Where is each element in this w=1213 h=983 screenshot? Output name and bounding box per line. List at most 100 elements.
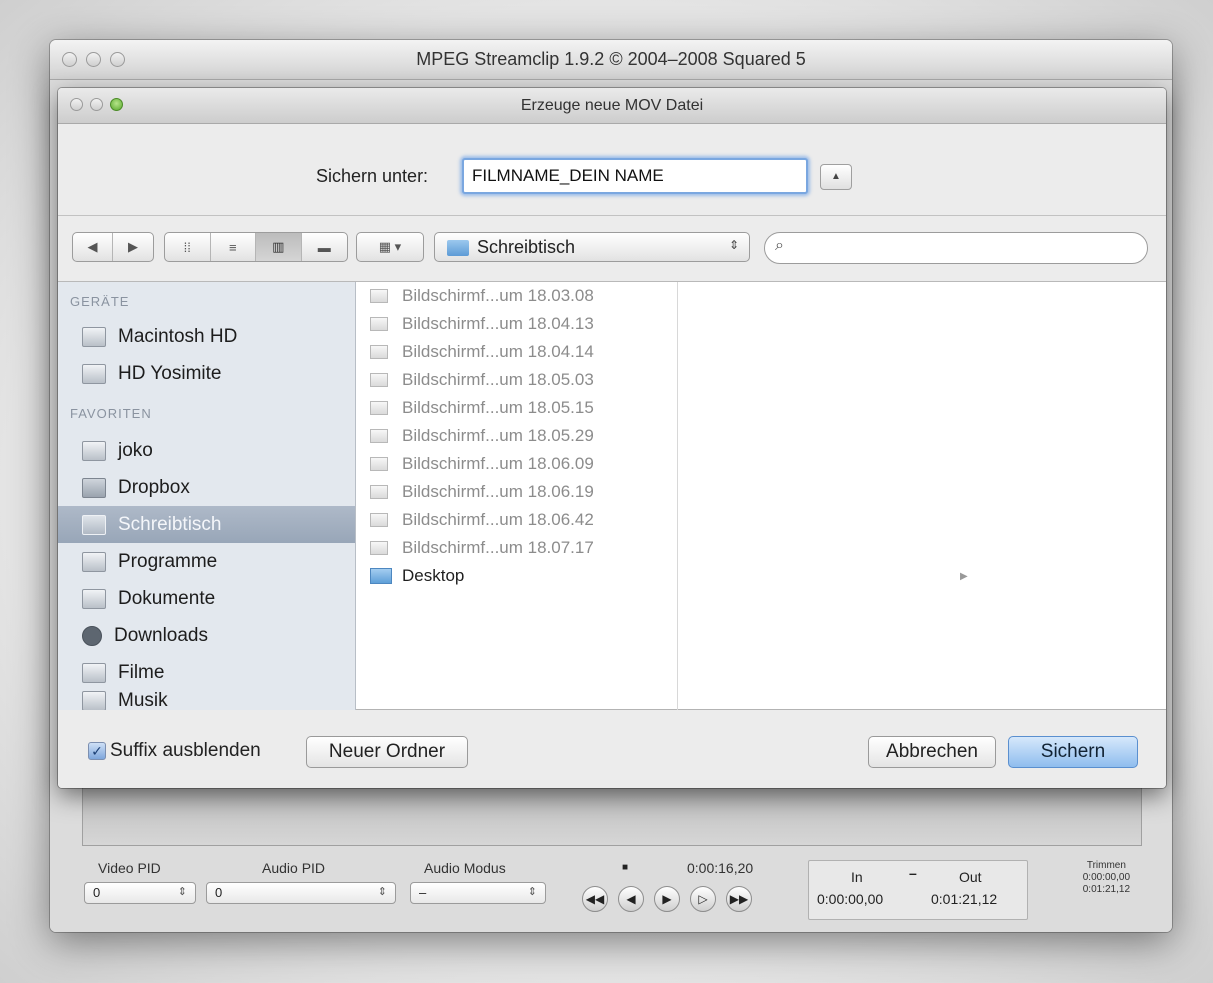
video-pid-label: Video PID — [98, 860, 161, 876]
sidebar-item-macintosh-hd[interactable]: Macintosh HD — [58, 318, 355, 355]
documents-icon — [82, 588, 106, 609]
sidebar-item-downloads[interactable]: Downloads — [58, 617, 355, 654]
icon-view-button[interactable]: ⁞⁞ — [165, 233, 211, 261]
sidebar-item-joko[interactable]: joko — [58, 432, 355, 469]
folder-item-desktop[interactable]: Desktop ▶ — [356, 562, 968, 590]
collapse-dialog-button[interactable]: ▲ — [820, 164, 852, 190]
hard-drive-icon — [82, 326, 106, 347]
save-as-label: Sichern unter: — [316, 166, 429, 186]
file-item[interactable]: Bildschirmf...um 18.03.08 — [356, 282, 677, 310]
audio-mode-label: Audio Modus — [424, 860, 506, 876]
step-back-button[interactable]: ◀ — [618, 886, 644, 912]
image-file-icon — [370, 401, 388, 415]
sidebar-item-label: Filme — [118, 661, 165, 683]
audio-pid-select[interactable]: 0 ⇕ — [206, 882, 396, 904]
timeline-slider[interactable] — [82, 786, 1142, 846]
search-icon: ⌕ — [775, 237, 784, 254]
file-item[interactable]: Bildschirmf...um 18.07.17 — [356, 534, 677, 562]
updown-icon: ⇕ — [728, 238, 739, 252]
audio-pid-value: 0 — [215, 885, 223, 900]
location-value: Schreibtisch — [477, 237, 576, 257]
coverflow-view-button[interactable]: ▬ — [302, 233, 347, 261]
file-item[interactable]: Bildschirmf...um 18.05.03 — [356, 366, 677, 394]
home-icon — [82, 440, 106, 461]
file-item[interactable]: Bildschirmf...um 18.06.19 — [356, 478, 677, 506]
forward-button[interactable]: ▶ — [113, 233, 153, 261]
audio-mode-value: – — [419, 885, 427, 900]
desktop-icon — [82, 514, 106, 535]
file-browser: GERÄTE Macintosh HD HD Yosimite FAVORITE… — [58, 282, 1166, 710]
sidebar-item-dropbox[interactable]: Dropbox — [58, 469, 355, 506]
sidebar-item-dokumente[interactable]: Dokumente — [58, 580, 355, 617]
list-view-button[interactable]: ≡ — [211, 233, 256, 261]
file-item[interactable]: Bildschirmf...um 18.06.09 — [356, 450, 677, 478]
trim-in-value: 0:00:00,00 — [1082, 872, 1130, 883]
folder-icon — [82, 477, 106, 498]
sidebar-item-filme[interactable]: Filme — [58, 654, 355, 691]
save-button[interactable]: Sichern — [1008, 736, 1138, 768]
file-item[interactable]: Bildschirmf...um 18.04.13 — [356, 310, 677, 338]
sidebar-item-hd-yosimite[interactable]: HD Yosimite — [58, 355, 355, 392]
file-item[interactable]: Bildschirmf...um 18.05.15 — [356, 394, 677, 422]
sidebar-item-musik[interactable]: Musik — [58, 690, 355, 710]
location-popup[interactable]: Schreibtisch ⇕ — [434, 232, 750, 262]
sidebar-item-label: Schreibtisch — [118, 513, 222, 535]
file-item[interactable]: Bildschirmf...um 18.06.42 — [356, 506, 677, 534]
column-view-button[interactable]: ▥ — [256, 233, 302, 261]
image-file-icon — [370, 345, 388, 359]
sidebar-item-schreibtisch[interactable]: Schreibtisch — [58, 506, 355, 543]
sidebar-item-label: Dropbox — [118, 476, 190, 498]
cancel-button[interactable]: Abbrechen — [868, 736, 996, 768]
arrange-menu[interactable]: ▦ ▾ — [356, 232, 424, 262]
file-name: Bildschirmf...um 18.06.19 — [402, 482, 594, 501]
file-item[interactable]: Bildschirmf...um 18.04.14 — [356, 338, 677, 366]
view-mode-segment: ⁞⁞ ≡ ▥ ▬ — [164, 232, 348, 262]
image-file-icon — [370, 429, 388, 443]
play-button[interactable]: ▶ — [654, 886, 680, 912]
image-file-icon — [370, 457, 388, 471]
transport-controls: ◀◀ ◀ ▶ ▷ ▶▶ — [582, 886, 752, 912]
back-button[interactable]: ◀ — [73, 233, 114, 261]
file-name: Bildschirmf...um 18.04.14 — [402, 342, 594, 361]
hide-extension-checkbox[interactable]: ✓ Suffix ausblenden — [88, 740, 261, 762]
trim-label: Trimmen — [1086, 860, 1126, 871]
arrange-icon: ▦ ▾ — [378, 239, 402, 254]
movies-icon — [82, 662, 106, 683]
updown-icon: ⇕ — [177, 886, 187, 898]
music-icon — [82, 691, 106, 710]
file-name: Bildschirmf...um 18.05.29 — [402, 426, 594, 445]
file-name: Bildschirmf...um 18.03.08 — [402, 286, 594, 305]
image-file-icon — [370, 541, 388, 555]
sidebar-item-label: Macintosh HD — [118, 325, 238, 347]
search-field[interactable]: ⌕ — [764, 232, 1148, 264]
sidebar-item-label: Dokumente — [118, 587, 216, 609]
trim-panel: Trimmen 0:00:00,00 0:01:21,12 — [1083, 860, 1130, 896]
in-label: In — [851, 869, 863, 885]
new-folder-button[interactable]: Neuer Ordner — [306, 736, 468, 768]
save-as-row: Sichern unter: ▲ — [58, 124, 1166, 216]
sidebar-header-favorites: FAVORITEN — [70, 406, 152, 421]
fast-forward-button[interactable]: ▶▶ — [726, 886, 752, 912]
audio-pid-label: Audio PID — [262, 860, 326, 876]
video-pid-select[interactable]: 0 ⇕ — [84, 882, 196, 904]
sidebar-item-label: Musik — [118, 690, 168, 710]
current-timecode: 0:00:16,20 — [687, 860, 754, 876]
rewind-button[interactable]: ◀◀ — [582, 886, 608, 912]
image-file-icon — [370, 373, 388, 387]
main-window-title: MPEG Streamclip 1.9.2 © 2004–2008 Square… — [416, 49, 806, 69]
sidebar: GERÄTE Macintosh HD HD Yosimite FAVORITE… — [58, 282, 356, 710]
sidebar-item-label: Downloads — [114, 624, 208, 646]
filename-input[interactable] — [462, 158, 808, 194]
file-item[interactable]: Bildschirmf...um 18.05.29 — [356, 422, 677, 450]
file-name: Bildschirmf...um 18.06.09 — [402, 454, 594, 473]
sidebar-item-label: joko — [118, 439, 153, 461]
stop-icon[interactable]: ■ — [622, 862, 628, 873]
image-file-icon — [370, 485, 388, 499]
audio-mode-select[interactable]: – ⇕ — [410, 882, 546, 904]
sidebar-item-programme[interactable]: Programme — [58, 543, 355, 580]
out-label: Out — [959, 869, 982, 885]
checkmark-icon[interactable]: ✓ — [88, 742, 106, 760]
hard-drive-icon — [82, 363, 106, 384]
out-timecode: 0:01:21,12 — [931, 891, 998, 907]
step-forward-button[interactable]: ▷ — [690, 886, 716, 912]
